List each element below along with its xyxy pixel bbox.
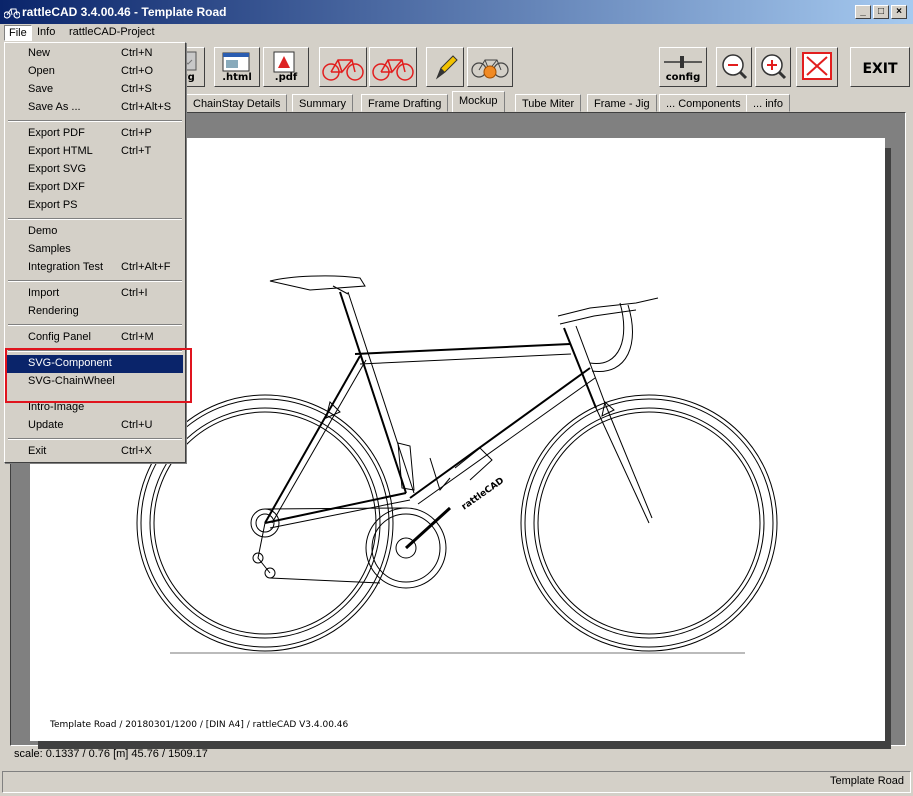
pdf-export-icon — [273, 51, 295, 73]
export-html-button[interactable]: .html — [214, 47, 260, 87]
menu-item-new[interactable]: New Ctrl+N — [7, 45, 183, 63]
drawing-footer: Template Road / 20180301/1200 / [DIN A4]… — [50, 720, 349, 730]
config-slider-icon — [664, 56, 702, 68]
menu-separator — [8, 438, 182, 440]
menu-separator — [8, 324, 182, 326]
bike-render-icon — [471, 59, 509, 79]
menu-item-shortcut: Ctrl+I — [121, 287, 148, 299]
menu-item-label: Open — [28, 65, 55, 77]
menu-item-label: Config Panel — [28, 331, 91, 343]
scale-readout: scale: 0.1337 / 0.76 [m] 45.76 / 1509.17 — [14, 748, 208, 760]
zoom-in-icon — [761, 54, 787, 80]
menu-item-label: Export SVG — [28, 163, 87, 175]
menu-item-label: Save As ... — [28, 101, 81, 113]
menu-item-export-pdf[interactable]: Export PDF Ctrl+P — [7, 125, 183, 143]
menu-item-samples[interactable]: Samples — [7, 241, 183, 259]
callout-highlight — [5, 348, 192, 403]
menu-item-save-as[interactable]: Save As ... Ctrl+Alt+S — [7, 99, 183, 117]
menu-item-config-panel[interactable]: Config Panel Ctrl+M — [7, 329, 183, 347]
menu-item-update[interactable]: Update Ctrl+U — [7, 417, 183, 435]
menu-item-label: Export PS — [28, 199, 78, 211]
menu-item-shortcut: Ctrl+O — [121, 65, 154, 77]
html-export-icon — [222, 52, 250, 72]
menu-item-shortcut: Ctrl+M — [121, 331, 154, 343]
config-button[interactable]: config — [659, 47, 707, 87]
menu-item-label: Rendering — [28, 305, 79, 317]
menu-item-label: Update — [28, 419, 64, 431]
down-tube-label: rattleCAD — [460, 476, 506, 513]
title-bar: rattleCAD 3.4.00.46 - Template Road _ □ … — [0, 0, 913, 24]
exit-button-label: EXIT — [862, 61, 898, 77]
fit-view-button[interactable] — [796, 47, 838, 87]
minimize-button[interactable]: _ — [855, 5, 871, 19]
menu-item-label: Demo — [28, 225, 58, 237]
menu-item-shortcut: Ctrl+Alt+F — [121, 261, 171, 273]
pdf-button-label: .pdf — [274, 72, 298, 83]
tab-info[interactable]: ... info — [746, 94, 790, 112]
bike-red-icon — [322, 59, 364, 81]
menu-item-label: Export DXF — [28, 181, 85, 193]
menu-item-label: Integration Test — [28, 261, 104, 273]
menu-item-shortcut: Ctrl+Alt+S — [121, 101, 172, 113]
menu-item-export-ps[interactable]: Export PS — [7, 197, 183, 215]
status-project-name: Template Road — [830, 775, 904, 787]
status-bar: Template Road — [2, 771, 911, 793]
menu-item-label: Export HTML — [28, 145, 93, 157]
fit-view-icon — [802, 52, 832, 80]
zoom-out-button[interactable] — [716, 47, 752, 87]
edit-button[interactable] — [426, 47, 464, 87]
close-button[interactable]: × — [891, 5, 907, 19]
tab-tube-miter[interactable]: Tube Miter — [515, 94, 582, 112]
menu-item-shortcut: Ctrl+X — [121, 445, 152, 457]
menu-item-label: New — [28, 47, 51, 59]
menu-item-rendering[interactable]: Rendering — [7, 303, 183, 321]
bike-view-button[interactable] — [319, 47, 367, 87]
export-pdf-button[interactable]: .pdf — [263, 47, 309, 87]
window-icon — [4, 8, 20, 19]
tab-summary[interactable]: Summary — [292, 94, 354, 112]
menu-item-shortcut: Ctrl+N — [121, 47, 153, 59]
menu-item-label: Import — [28, 287, 60, 299]
menu-item-exit[interactable]: Exit Ctrl+X — [7, 443, 183, 461]
tab-frame-drafting[interactable]: Frame Drafting — [361, 94, 449, 112]
menu-file[interactable]: File — [4, 25, 32, 41]
tab-chainstay-details[interactable]: ChainStay Details — [186, 94, 288, 112]
bike-red-2-icon — [372, 59, 414, 81]
menu-separator — [8, 280, 182, 282]
menu-separator — [8, 120, 182, 122]
bike-compare-button[interactable] — [369, 47, 417, 87]
menu-item-shortcut: Ctrl+S — [121, 83, 152, 95]
maximize-button[interactable]: □ — [873, 5, 889, 19]
menu-item-shortcut: Ctrl+U — [121, 419, 153, 431]
menu-bar: File Info rattleCAD-Project — [0, 24, 913, 42]
menu-item-label: Export PDF — [28, 127, 85, 139]
render-button[interactable] — [467, 47, 513, 87]
menu-item-demo[interactable]: Demo — [7, 223, 183, 241]
html-button-label: .html — [222, 72, 252, 83]
menu-separator — [8, 218, 182, 220]
menu-item-shortcut: Ctrl+P — [121, 127, 152, 139]
menu-item-open[interactable]: Open Ctrl+O — [7, 63, 183, 81]
menu-item-label: Samples — [28, 243, 71, 255]
zoom-in-button[interactable] — [755, 47, 791, 87]
tab-mockup[interactable]: Mockup — [452, 91, 505, 112]
config-button-label: config — [665, 72, 701, 83]
menu-item-label: Save — [28, 83, 54, 95]
menu-item-import[interactable]: Import Ctrl+I — [7, 285, 183, 303]
menu-item-export-dxf[interactable]: Export DXF — [7, 179, 183, 197]
menu-info[interactable]: Info — [33, 25, 59, 41]
tab-components[interactable]: ... Components — [659, 94, 748, 112]
menu-item-label: Exit — [28, 445, 47, 457]
menu-item-export-svg[interactable]: Export SVG — [7, 161, 183, 179]
menu-item-shortcut: Ctrl+T — [121, 145, 152, 157]
pencil-icon — [435, 55, 458, 80]
menu-project[interactable]: rattleCAD-Project — [65, 25, 159, 41]
exit-button[interactable]: EXIT — [850, 47, 910, 87]
tab-frame-jig[interactable]: Frame - Jig — [587, 94, 657, 112]
menu-item-save[interactable]: Save Ctrl+S — [7, 81, 183, 99]
menu-item-integration-test[interactable]: Integration Test Ctrl+Alt+F — [7, 259, 183, 277]
window-title: rattleCAD 3.4.00.46 - Template Road — [22, 5, 227, 19]
menu-item-export-html[interactable]: Export HTML Ctrl+T — [7, 143, 183, 161]
zoom-out-icon — [722, 54, 748, 80]
